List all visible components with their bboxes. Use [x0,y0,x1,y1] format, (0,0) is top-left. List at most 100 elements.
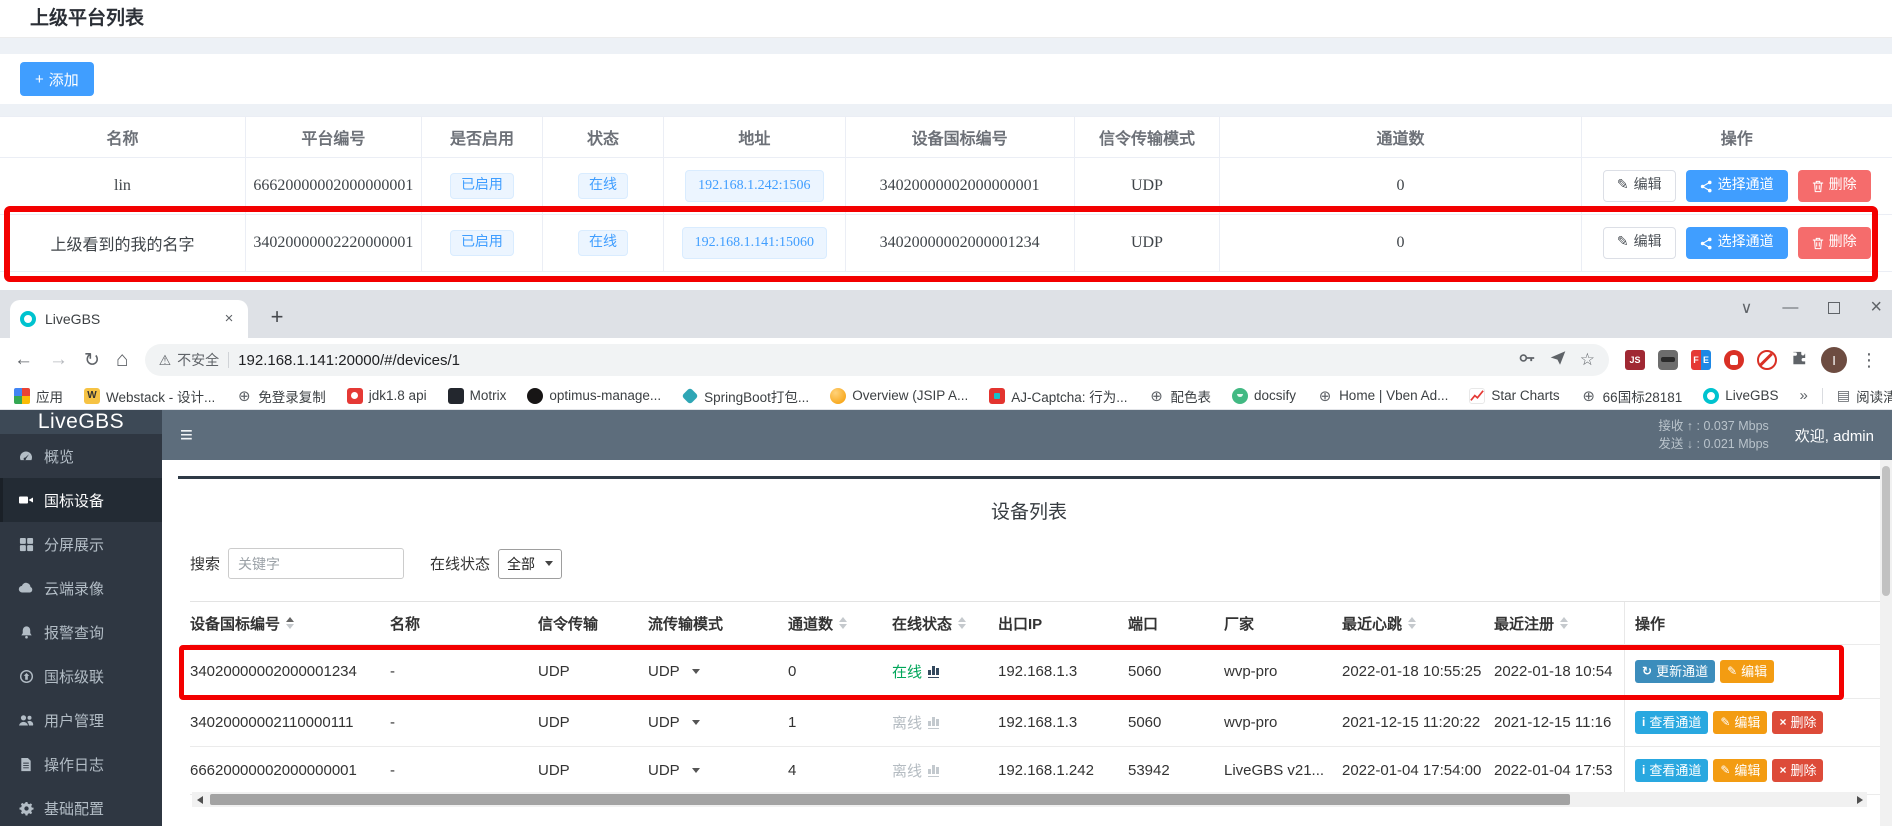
view-channel-button[interactable]: i查看通道 [1635,711,1708,735]
sidebar-item-gb-devices[interactable]: 国标设备 [0,478,162,522]
delete-button[interactable]: 删除 [1798,170,1871,202]
new-tab-button[interactable]: + [262,303,292,333]
chevron-down-icon[interactable] [692,669,700,674]
sidebar-toggle-icon[interactable]: ≡ [180,422,193,448]
bookmark-apps[interactable]: 应用 [14,386,63,406]
view-channel-button[interactable]: i查看通道 [1635,759,1708,783]
horizontal-scrollbar[interactable] [192,792,1867,807]
bookmark-webstack[interactable]: WWebstack - 设计... [84,386,215,406]
col-header-device-gb-id: 设备国标编号 [846,117,1075,157]
cell-name: - [390,747,538,794]
bookmark-docsify[interactable]: docsify [1232,388,1296,404]
tab-close-icon[interactable]: × [220,310,238,328]
sidebar-item-alarm-query[interactable]: 报警查询 [0,610,162,654]
sort-icon[interactable] [1408,617,1416,629]
extension-mask-icon[interactable] [1658,350,1678,370]
bookmark-copy[interactable]: ⊕免登录复制 [236,386,326,406]
bookmark-jsip[interactable]: Overview (JSIP A... [830,388,968,404]
bookmark-jdk[interactable]: jdk1.8 api [347,388,427,404]
cell-channels: 0 [1220,158,1581,214]
col-header-gb-id[interactable]: 设备国标编号 [190,602,390,644]
scroll-right-arrow[interactable] [1852,792,1867,807]
select-channel-button[interactable]: 选择通道 [1686,170,1788,202]
bookmark-gb28181[interactable]: ⊕66国标28181 [1581,386,1683,406]
cell-gb-id: 34020000002000001234 [190,645,390,698]
back-icon[interactable]: ← [14,349,33,371]
scroll-left-arrow[interactable] [192,792,207,807]
select-channel-button[interactable]: 选择通道 [1686,227,1788,259]
update-channel-button[interactable]: ↻更新通道 [1635,660,1715,684]
sidebar-item-overview[interactable]: 概览 [0,434,162,478]
bookmark-star-icon[interactable]: ☆ [1580,350,1595,370]
scrollbar-thumb[interactable] [1882,466,1890,596]
col-header-channels[interactable]: 通道数 [788,602,892,644]
reload-icon[interactable]: ↻ [84,349,100,372]
password-key-icon[interactable] [1518,349,1536,372]
extension-js-icon[interactable]: JS [1625,350,1645,370]
edit-button[interactable]: ✎ 编辑 [1603,170,1676,202]
edit-button[interactable]: ✎编辑 [1713,711,1767,735]
bookmark-livegbs[interactable]: LiveGBS [1703,388,1778,404]
bookmark-springboot[interactable]: SpringBoot打包... [682,386,809,406]
browser-menu-icon[interactable]: ⋮ [1860,350,1878,371]
search-input[interactable] [228,548,404,579]
profile-avatar[interactable]: I [1821,347,1847,373]
send-icon[interactable] [1549,349,1567,372]
sidebar-item-operation-log[interactable]: 操作日志 [0,742,162,786]
home-icon[interactable]: ⌂ [116,348,129,372]
cell-device-gb-id: 34020000002000000001 [846,158,1075,214]
edit-button[interactable]: ✎编辑 [1720,660,1774,684]
edit-button[interactable]: ✎ 编辑 [1603,227,1676,259]
close-window-icon[interactable]: × [1870,296,1882,319]
url-text: 192.168.1.141:20000/#/devices/1 [238,352,460,369]
reading-list-button[interactable]: ▤阅读清单 [1837,386,1892,406]
add-button[interactable]: + 添加 [20,62,94,96]
scrollbar-thumb[interactable] [210,794,1570,805]
bookmark-colors[interactable]: ⊕配色表 [1149,386,1212,406]
sidebar-item-user-management[interactable]: 用户管理 [0,698,162,742]
maximize-icon[interactable] [1828,302,1840,314]
col-header-online-status[interactable]: 在线状态 [892,602,998,644]
extension-no-ads-icon[interactable] [1757,350,1777,370]
extensions-puzzle-icon[interactable] [1790,349,1808,372]
forward-icon[interactable]: → [49,349,68,371]
bookmark-motrix[interactable]: Motrix [448,388,507,404]
delete-button[interactable]: ×删除 [1772,711,1823,735]
sidebar-item-basic-config[interactable]: 基础配置 [0,786,162,826]
online-status-select[interactable]: 全部 [498,549,562,579]
minimize-icon[interactable]: — [1782,299,1798,317]
delete-button[interactable]: 删除 [1798,227,1871,259]
bookmarks-overflow-icon[interactable]: » [1800,387,1808,404]
edit-button[interactable]: ✎编辑 [1713,759,1767,783]
sort-icon[interactable] [1560,617,1568,629]
traffic-chart-icon[interactable] [928,717,939,729]
chevron-down-icon[interactable] [692,768,700,773]
bookmark-optimus[interactable]: optimus-manage... [527,388,661,404]
url-input[interactable]: ⚠ 不安全 192.168.1.141:20000/#/devices/1 ☆ [145,344,1609,376]
sort-icon[interactable] [839,617,847,629]
sidebar-item-cloud-recording[interactable]: 云端录像 [0,566,162,610]
col-header-registered[interactable]: 最近注册 [1494,602,1624,644]
chevron-down-icon[interactable] [692,720,700,725]
sidebar-item-split-screen[interactable]: 分屏展示 [0,522,162,566]
sort-icon[interactable] [958,617,966,629]
bookmark-starcharts[interactable]: Star Charts [1469,388,1559,404]
window-menu-chevron-icon[interactable]: ∨ [1741,298,1753,318]
vertical-scrollbar[interactable] [1880,460,1892,826]
bookmark-captcha[interactable]: AJ-Captcha: 行为... [989,386,1127,406]
sidebar-item-gb-cascade[interactable]: 国标级联 [0,654,162,698]
globe-icon: ⊕ [236,388,252,404]
sort-icon[interactable] [286,617,294,629]
traffic-chart-icon[interactable] [928,666,939,678]
traffic-chart-icon[interactable] [928,765,939,777]
extension-fe-icon[interactable]: FE [1691,350,1711,370]
welcome-user[interactable]: 欢迎, admin [1795,425,1874,446]
extension-blocker-hand-icon[interactable] [1724,350,1744,370]
browser-tab-livegbs[interactable]: LiveGBS × [10,300,248,338]
col-header-heartbeat[interactable]: 最近心跳 [1342,602,1494,644]
app-logo[interactable]: LiveGBS [0,410,162,434]
bookmark-vben[interactable]: ⊕Home | Vben Ad... [1317,388,1448,404]
delete-button[interactable]: ×删除 [1772,759,1823,783]
col-header-vendor: 厂家 [1224,602,1342,644]
cell-port: 5060 [1128,699,1224,746]
